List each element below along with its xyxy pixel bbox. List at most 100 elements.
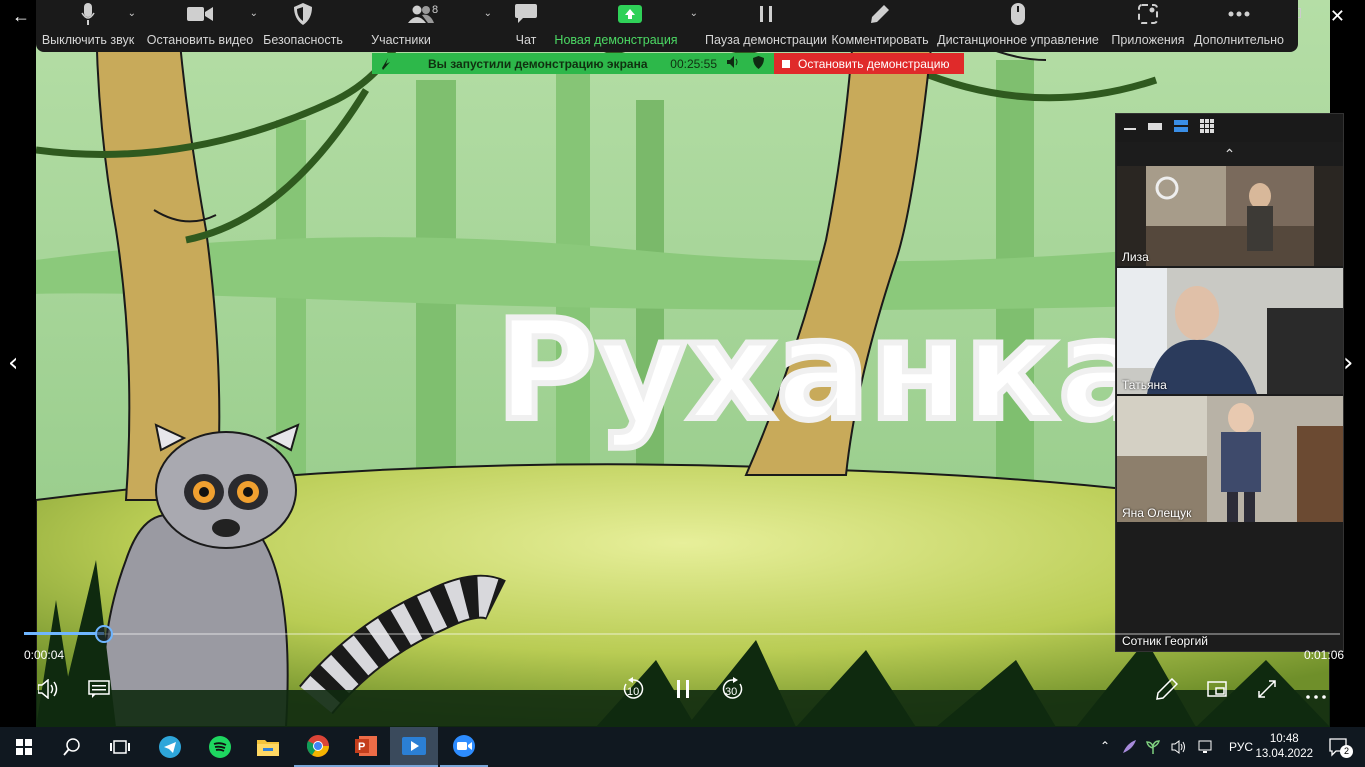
security-button[interactable]: Безопасность <box>260 0 346 52</box>
security-label: Безопасность <box>263 33 343 47</box>
chevron-down-icon[interactable]: ⌄ <box>484 8 492 19</box>
microphone-icon <box>81 1 95 27</box>
participant-tile[interactable]: Сотник Георгий <box>1117 524 1343 650</box>
draw-pen-icon[interactable] <box>1156 677 1179 705</box>
share-status-bar: Вы запустили демонстрацию экрана 00:25:5… <box>372 53 774 74</box>
stop-share-button[interactable]: Остановить демонстрацию <box>774 53 964 74</box>
scroll-up-icon[interactable]: ⌃ <box>1116 142 1343 166</box>
fullscreen-icon[interactable] <box>1257 679 1277 704</box>
forward-button[interactable]: 30 <box>720 676 746 707</box>
stop-video-label: Остановить видео <box>146 33 254 47</box>
zoom-icon[interactable] <box>440 727 488 767</box>
feather-tray-icon[interactable] <box>1121 739 1137 760</box>
participant-name: Татьяна <box>1122 378 1167 392</box>
pause-share-label: Пауза демонстрации <box>705 33 827 47</box>
telegram-icon[interactable] <box>146 727 194 767</box>
notification-count: 2 <box>1340 745 1353 758</box>
participant-tile[interactable]: Лиза <box>1117 166 1343 266</box>
participant-tile[interactable]: Татьяна <box>1117 268 1343 394</box>
svg-text:P: P <box>358 741 365 753</box>
time-total: 0:01:06 <box>1304 648 1345 662</box>
more-options-icon[interactable] <box>1306 686 1326 704</box>
speaker-tray-icon[interactable] <box>1171 739 1187 760</box>
rewind-seconds: 10 <box>627 686 640 698</box>
progress-knob[interactable] <box>95 625 113 643</box>
pause-icon <box>758 1 774 27</box>
stop-icon <box>782 59 790 68</box>
participant-video <box>1117 268 1343 394</box>
mute-label: Выключить звук <box>41 33 135 47</box>
chevron-down-icon[interactable]: ⌄ <box>128 8 136 19</box>
speaker-icon[interactable] <box>727 56 739 71</box>
mute-button[interactable]: ⌄ Выключить звук <box>36 0 140 52</box>
more-icon <box>1228 1 1250 27</box>
system-clock[interactable]: 10:48 13.04.2022 <box>1255 732 1313 762</box>
volume-icon[interactable] <box>37 678 60 704</box>
drag-handle-icon[interactable] <box>380 56 390 73</box>
chevron-up-icon[interactable]: ⌃ <box>1100 739 1110 753</box>
pause-share-button[interactable]: Пауза демонстрации <box>704 0 828 52</box>
start-icon[interactable] <box>0 727 48 767</box>
chrome-icon[interactable] <box>294 727 342 767</box>
powerpoint-icon[interactable]: P <box>342 727 390 767</box>
input-language[interactable]: РУС <box>1229 740 1253 754</box>
task-view-icon[interactable] <box>96 727 144 767</box>
more-button[interactable]: Дополнительно <box>1192 0 1286 52</box>
forward-seconds: 30 <box>725 686 738 698</box>
clock-date: 13.04.2022 <box>1255 748 1313 760</box>
screen: Руханка ← ✕ ⌄ Выключить звук ⌄ Остановит… <box>0 0 1365 767</box>
panel-view-controls <box>1116 114 1343 142</box>
notifications-icon[interactable]: 2 <box>1329 738 1353 763</box>
next-arrow-icon[interactable]: › <box>1343 348 1353 378</box>
stop-video-button[interactable]: ⌄ Остановить видео <box>140 0 260 52</box>
participants-video-panel: ⌃ Лиза Татьяна Яна Олещук Сотник Георгий <box>1115 113 1344 652</box>
progress-fill <box>24 632 104 635</box>
chat-button[interactable]: Чат <box>496 0 556 52</box>
participants-label: Участники <box>371 33 431 47</box>
apps-button[interactable]: Приложения <box>1104 0 1192 52</box>
time-elapsed: 0:00:04 <box>24 648 65 662</box>
participants-button[interactable]: 8 ⌄ Участники <box>346 0 496 52</box>
rewind-button[interactable]: 10 <box>620 676 646 707</box>
close-icon[interactable]: ✕ <box>1330 6 1345 27</box>
subtitles-icon[interactable] <box>88 680 110 703</box>
back-arrow-icon[interactable]: ← <box>12 6 30 27</box>
annotate-label: Комментировать <box>831 33 929 47</box>
media-player-icon[interactable] <box>390 727 438 767</box>
remote-control-label: Дистанционное управление <box>937 33 1099 47</box>
spotify-icon[interactable] <box>196 727 244 767</box>
windows-taskbar: P ⌃ РУС 10:48 13.04.2022 2 <box>0 727 1365 767</box>
single-view-icon[interactable] <box>1148 119 1162 137</box>
participant-video <box>1117 396 1343 522</box>
video-camera-icon <box>187 1 213 27</box>
remote-control-button[interactable]: Дистанционное управление <box>932 0 1104 52</box>
pause-button[interactable] <box>677 680 689 703</box>
gallery-view-icon[interactable] <box>1200 118 1214 138</box>
chevron-down-icon[interactable]: ⌄ <box>690 8 698 19</box>
progress-track[interactable] <box>24 633 1340 635</box>
plant-tray-icon[interactable] <box>1145 739 1161 760</box>
more-label: Дополнительно <box>1194 33 1284 47</box>
network-tray-icon[interactable] <box>1197 739 1213 760</box>
strip-view-icon[interactable] <box>1174 119 1188 138</box>
chat-icon <box>515 1 537 27</box>
file-explorer-icon[interactable] <box>244 727 292 767</box>
shield-icon[interactable] <box>753 55 764 72</box>
participant-video <box>1117 166 1343 266</box>
miniplayer-icon[interactable] <box>1207 681 1227 702</box>
minimize-icon[interactable] <box>1124 119 1136 137</box>
new-share-label: Новая демонстрация <box>554 33 678 47</box>
mouse-icon <box>1011 1 1025 27</box>
search-icon[interactable] <box>48 727 96 767</box>
participants-icon <box>408 1 434 27</box>
participant-name: Лиза <box>1122 250 1149 264</box>
participant-tile[interactable]: Яна Олещук <box>1117 396 1343 522</box>
share-status-text: Вы запустили демонстрацию экрана <box>428 56 648 71</box>
chevron-down-icon[interactable]: ⌄ <box>250 8 258 19</box>
annotate-button[interactable]: Комментировать <box>828 0 932 52</box>
shield-icon <box>294 1 312 27</box>
previous-arrow-icon[interactable]: ‹ <box>8 348 18 378</box>
share-screen-icon <box>618 1 642 27</box>
new-share-button[interactable]: ⌄ Новая демонстрация <box>554 0 704 52</box>
participant-name: Яна Олещук <box>1122 506 1192 520</box>
